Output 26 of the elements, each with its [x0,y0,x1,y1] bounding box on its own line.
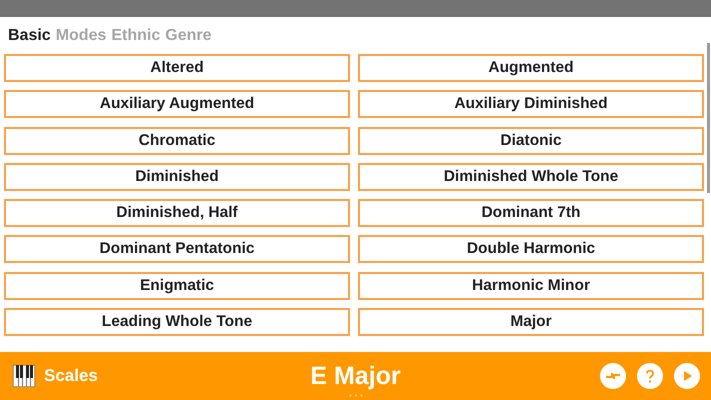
swap-icon [605,371,621,381]
scale-button[interactable]: Diminished Whole Tone [358,162,704,191]
tab[interactable]: Basic [8,26,51,43]
play-button[interactable] [674,363,700,389]
page-dots-icon [349,394,363,397]
scale-title: E Major [310,362,401,390]
scale-button[interactable]: Double Harmonic [358,235,704,264]
scale-button[interactable]: Chromatic [4,126,350,155]
play-icon [682,371,692,381]
scale-button[interactable]: Major [358,308,704,336]
scale-button[interactable]: Auxiliary Diminished [358,90,704,118]
scale-button[interactable]: Diatonic [358,126,704,155]
scale-button[interactable]: Leading Whole Tone [4,308,350,336]
scale-button[interactable]: Auxiliary Augmented [4,90,350,118]
scale-button[interactable]: Dominant Pentatonic [4,235,350,264]
help-icon [646,370,654,382]
swap-button[interactable] [600,363,626,389]
piano-icon [13,365,35,387]
scale-button[interactable]: Diminished [4,162,350,191]
scale-button[interactable]: Altered [4,54,350,82]
help-button[interactable] [637,363,663,389]
scale-button[interactable]: Augmented [358,54,704,82]
scale-button[interactable]: Harmonic Minor [358,272,704,300]
scale-button[interactable]: Enigmatic [4,272,350,300]
scale-button[interactable]: Dominant 7th [358,199,704,228]
scale-button[interactable]: Diminished, Half [4,199,350,228]
